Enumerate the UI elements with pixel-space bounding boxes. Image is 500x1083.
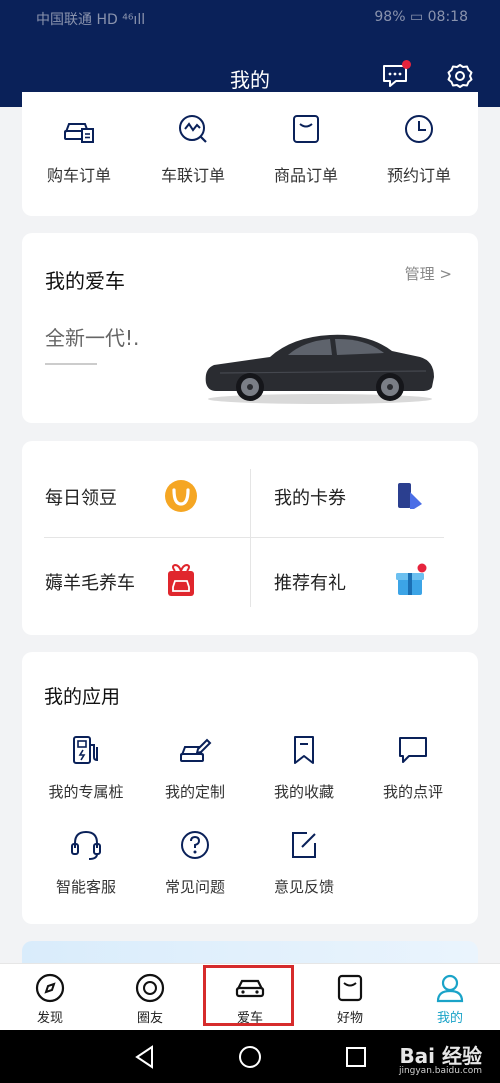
order-purchase-label: 购车订单	[46, 166, 111, 185]
status-bar: 中国联通 HD ⁴⁶ıll 98% ▭ 08:18	[0, 0, 500, 36]
compass-icon	[35, 973, 65, 1003]
grid-divider-horizontal	[44, 537, 444, 538]
back-icon[interactable]	[132, 1044, 158, 1070]
app-feedback-label: 意见反馈	[273, 878, 334, 896]
app-faq-label: 常见问题	[164, 878, 225, 896]
app-feedback[interactable]: 意见反馈	[249, 828, 359, 897]
user-icon	[436, 974, 464, 1003]
car-care-label: 薅羊毛养车	[45, 573, 135, 594]
app-service[interactable]: 智能客服	[31, 828, 141, 897]
referral-gift[interactable]: 推荐有礼	[274, 553, 474, 611]
app-faq[interactable]: 常见问题	[140, 828, 250, 897]
coupon-icon	[398, 483, 422, 509]
clock-icon	[405, 115, 433, 143]
app-customize[interactable]: 我的定制	[140, 733, 250, 802]
highlight-box	[203, 965, 294, 1026]
app-charging-pile[interactable]: 我的专属桩	[31, 733, 141, 802]
comment-icon	[399, 737, 427, 763]
car-order-icon	[64, 123, 94, 143]
bookmark-icon	[294, 736, 314, 764]
tab-friends[interactable]: 圈友	[105, 972, 195, 1026]
status-right: 98% ▭ 08:18	[374, 9, 468, 25]
tab-shop[interactable]: 好物	[305, 972, 395, 1026]
page-title: 我的	[230, 68, 270, 92]
order-product[interactable]: 商品订单	[251, 112, 361, 186]
app-comments[interactable]: 我的点评	[358, 733, 468, 802]
car-care[interactable]: 薅羊毛养车	[45, 553, 245, 611]
order-product-label: 商品订单	[273, 166, 338, 185]
services-card: 每日领豆 我的卡券 薅羊毛养车 推荐有礼	[22, 441, 478, 635]
circle-icon	[135, 973, 165, 1003]
my-car-title: 我的爱车	[45, 269, 125, 293]
app-service-label: 智能客服	[55, 878, 116, 896]
battery-text: 98%	[374, 9, 406, 25]
bean-icon	[165, 480, 197, 512]
connected-order-icon	[179, 115, 207, 143]
feedback-icon	[292, 832, 316, 858]
order-appointment-label: 预约订单	[386, 166, 451, 185]
app-customize-label: 我的定制	[164, 783, 225, 801]
product-order-icon	[293, 115, 319, 143]
headset-icon	[71, 830, 101, 860]
tab-me-label: 我的	[436, 1011, 463, 1026]
gift-car-icon	[168, 563, 194, 596]
car-model-name: 全新一代!.	[45, 326, 140, 350]
my-apps-card: 我的应用 我的专属桩 我的定制 我的收藏 我的点评 智能客服 常见问题 意见反馈	[22, 652, 478, 924]
customize-car-icon	[180, 738, 212, 762]
daily-beans-label: 每日领豆	[45, 488, 117, 509]
gift-icon	[396, 563, 427, 595]
car-image	[205, 334, 434, 404]
watermark-url: jingyan.baidu.com	[398, 1066, 482, 1076]
grid-divider-vertical	[250, 469, 251, 607]
recents-icon[interactable]	[343, 1044, 369, 1070]
charging-pile-icon	[73, 736, 98, 764]
app-charging-pile-label: 我的专属桩	[48, 783, 124, 801]
my-coupons[interactable]: 我的卡券	[274, 468, 474, 526]
app-comments-label: 我的点评	[382, 783, 443, 801]
order-connected[interactable]: 车联订单	[138, 112, 248, 186]
manage-link[interactable]: 管理 >	[405, 263, 452, 284]
shop-icon	[337, 974, 363, 1002]
tab-discover-label: 发现	[36, 1011, 63, 1026]
tab-shop-label: 好物	[336, 1011, 363, 1026]
my-coupons-label: 我的卡券	[274, 488, 346, 509]
tab-discover[interactable]: 发现	[5, 972, 95, 1026]
question-icon	[181, 831, 209, 859]
order-purchase[interactable]: 购车订单	[24, 112, 134, 186]
tab-me[interactable]: 我的	[405, 972, 495, 1026]
order-connected-label: 车联订单	[160, 166, 225, 185]
referral-gift-label: 推荐有礼	[274, 573, 346, 594]
watermark-logo: Bai 经验	[399, 1044, 482, 1068]
tab-friends-label: 圈友	[136, 1011, 163, 1026]
settings-icon[interactable]	[446, 62, 474, 90]
order-appointment[interactable]: 预约订单	[364, 112, 474, 186]
model-underline	[45, 363, 97, 365]
notification-badge	[402, 60, 411, 69]
app-favorites[interactable]: 我的收藏	[249, 733, 359, 802]
time-text: 08:18	[427, 9, 468, 25]
app-favorites-label: 我的收藏	[273, 783, 334, 801]
daily-beans[interactable]: 每日领豆	[45, 468, 245, 526]
app-header: 中国联通 HD ⁴⁶ıll 98% ▭ 08:18 我的	[0, 0, 500, 107]
orders-card: 购车订单 车联订单 商品订单 预约订单	[22, 92, 478, 216]
battery-icon: ▭	[409, 9, 424, 25]
carrier-text: 中国联通 HD ⁴⁶ıll	[36, 12, 146, 28]
my-apps-title: 我的应用	[44, 686, 121, 708]
my-car-card[interactable]: 我的爱车 管理 > 全新一代!.	[22, 233, 478, 423]
home-icon[interactable]	[237, 1044, 263, 1070]
